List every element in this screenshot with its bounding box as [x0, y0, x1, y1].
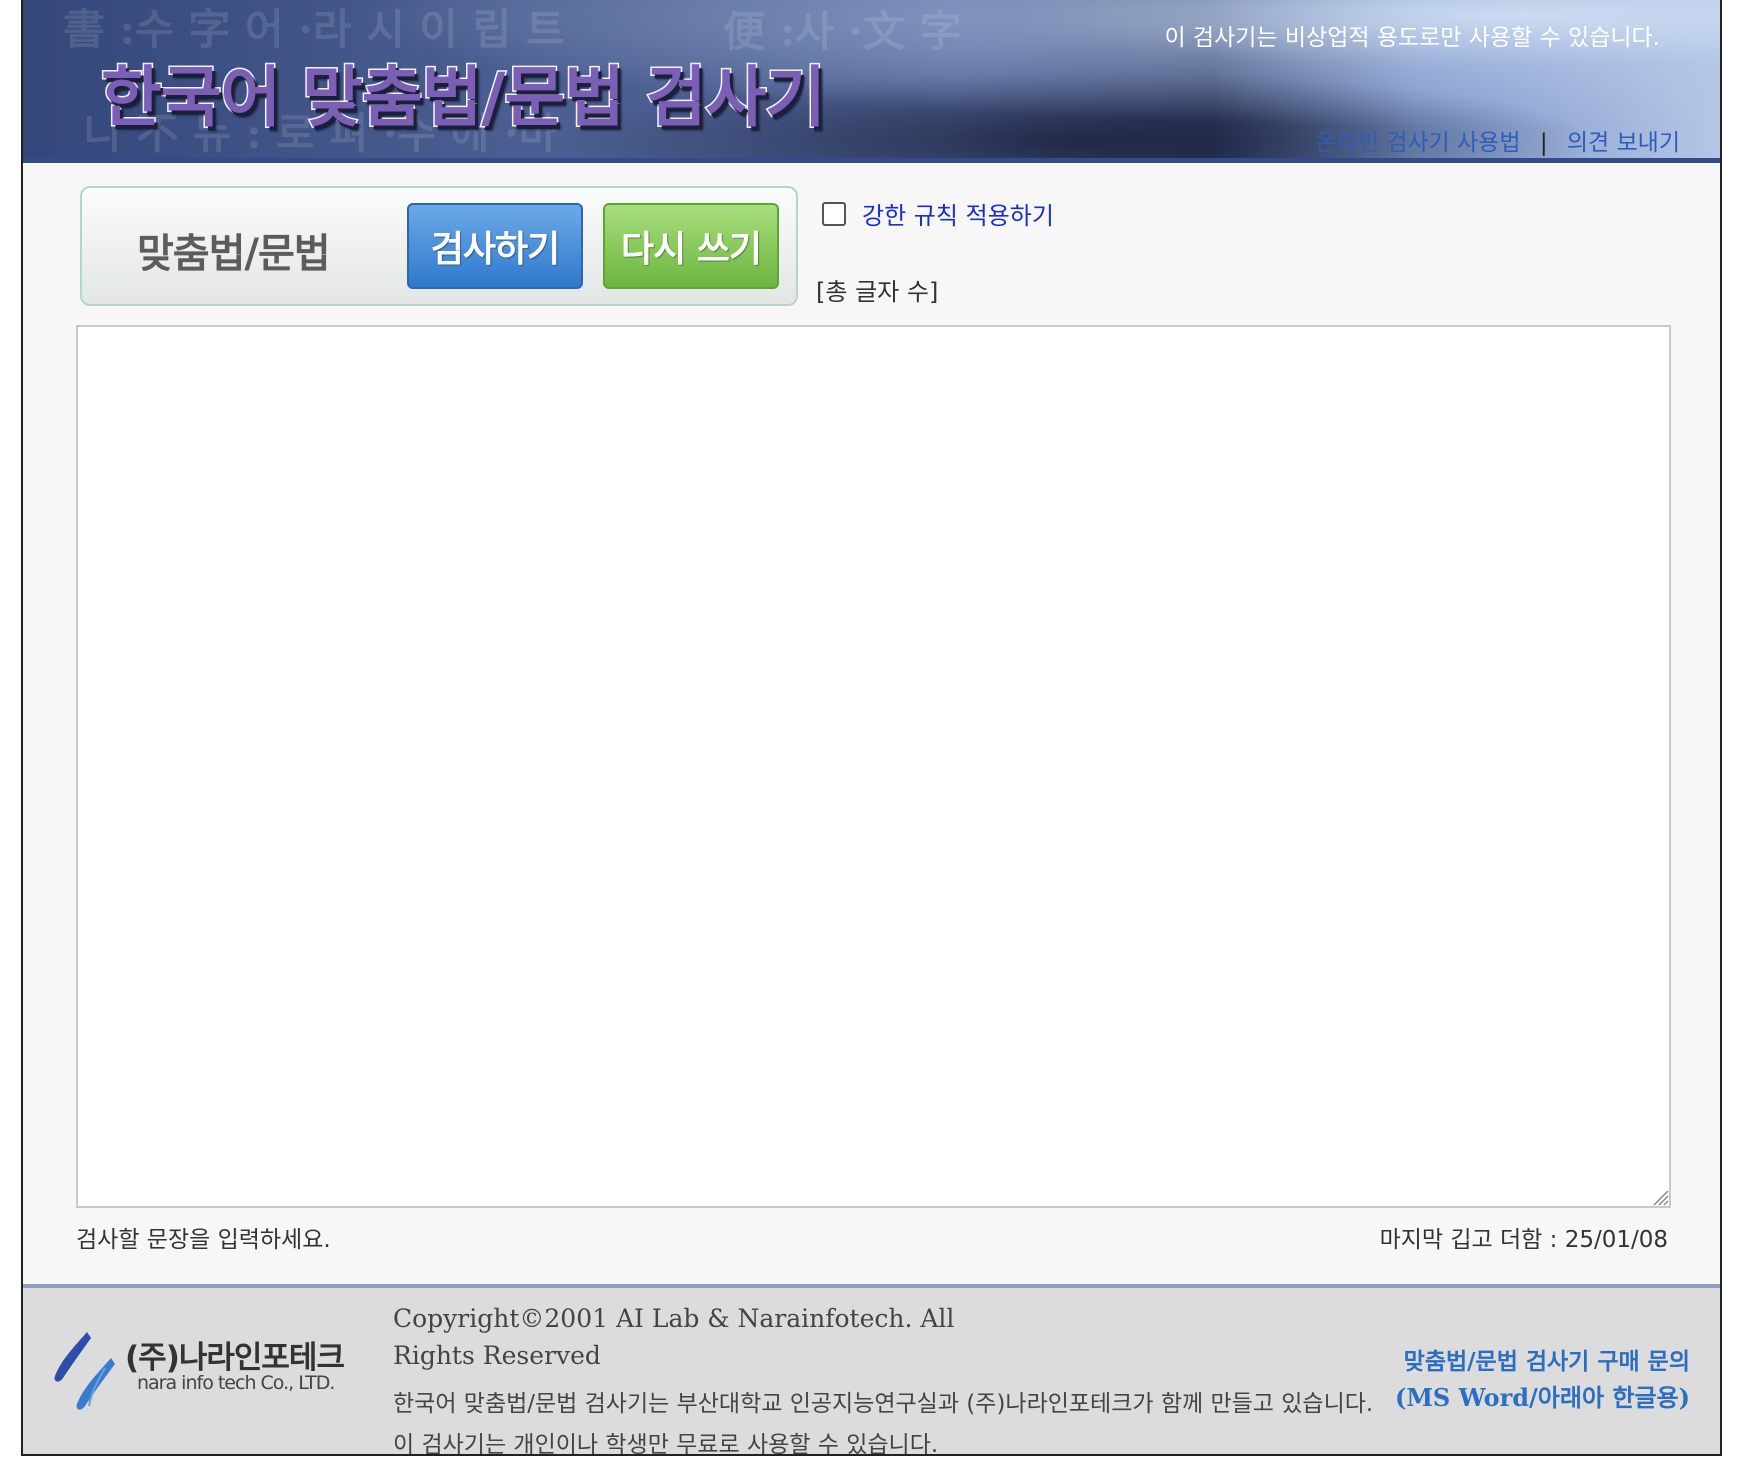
copyright-text: Copyright©2001 AI Lab & Narainfotech. Al…: [393, 1304, 955, 1370]
header-banner: 書 :수 字 어 ·라 시 이 립 트 便 :사 ·文 字 니 不 뉴 : 로 …: [23, 0, 1720, 158]
app-title: 한국어 맞춤법/문법 검사기: [100, 58, 828, 138]
strict-rule-checkbox[interactable]: [822, 201, 846, 226]
link-separator: |: [1539, 130, 1548, 156]
footer-license-line: 이 검사기는 개인이나 학생만 무료로 사용할 수 있습니다.: [393, 1432, 939, 1456]
logo-name: (주)나라인포테크: [125, 1340, 345, 1376]
strict-rule-option[interactable]: 강한 규칙 적용하기: [822, 196, 1054, 231]
strict-rule-label[interactable]: 강한 규칙 적용하기: [862, 196, 1054, 231]
logo-english-name: nara info tech Co., LTD.: [137, 1372, 335, 1394]
check-button[interactable]: 검사하기: [407, 203, 583, 289]
company-logo: (주)나라인포테크 nara info tech Co., LTD.: [47, 1328, 347, 1428]
feedback-link[interactable]: 의견 보내기: [1567, 130, 1680, 156]
mode-label: 맞춤법/문법: [137, 231, 331, 277]
purchase-subtitle[interactable]: (MS Word/아래아 한글용): [1395, 1380, 1690, 1416]
footer-info-line: 한국어 맞춤법/문법 검사기는 부산대학교 인공지능연구실과 (주)나라인포테크…: [393, 1391, 1374, 1417]
page-frame: 書 :수 字 어 ·라 시 이 립 트 便 :사 ·文 字 니 不 뉴 : 로 …: [21, 0, 1722, 1456]
footer: (주)나라인포테크 nara info tech Co., LTD. Copyr…: [23, 1284, 1720, 1456]
usage-notice: 이 검사기는 비상업적 용도로만 사용할 수 있습니다.: [1164, 25, 1660, 51]
purchase-inquiry-link[interactable]: 맞춤법/문법 검사기 구매 문의 (MS Word/아래아 한글용): [1395, 1344, 1690, 1416]
input-hint: 검사할 문장을 입력하세요.: [76, 1227, 331, 1253]
header-divider: [23, 158, 1720, 163]
resize-grip-icon[interactable]: [1651, 1188, 1669, 1206]
control-panel: 맞춤법/문법 검사하기 다시 쓰기: [80, 186, 798, 306]
purchase-title[interactable]: 맞춤법/문법 검사기 구매 문의: [1395, 1344, 1690, 1380]
reset-button[interactable]: 다시 쓰기: [603, 203, 779, 289]
text-input-area[interactable]: [76, 325, 1671, 1208]
char-count-label: [총 글자 수]: [816, 278, 939, 306]
last-update-date: 마지막 깁고 더함 : 25/01/08: [1379, 1227, 1668, 1253]
usage-guide-link[interactable]: 온라인 검사기 사용법: [1315, 130, 1520, 156]
header-links: 온라인 검사기 사용법 | 의견 보내기: [1315, 123, 1680, 157]
nara-logo-icon: [54, 1332, 115, 1410]
